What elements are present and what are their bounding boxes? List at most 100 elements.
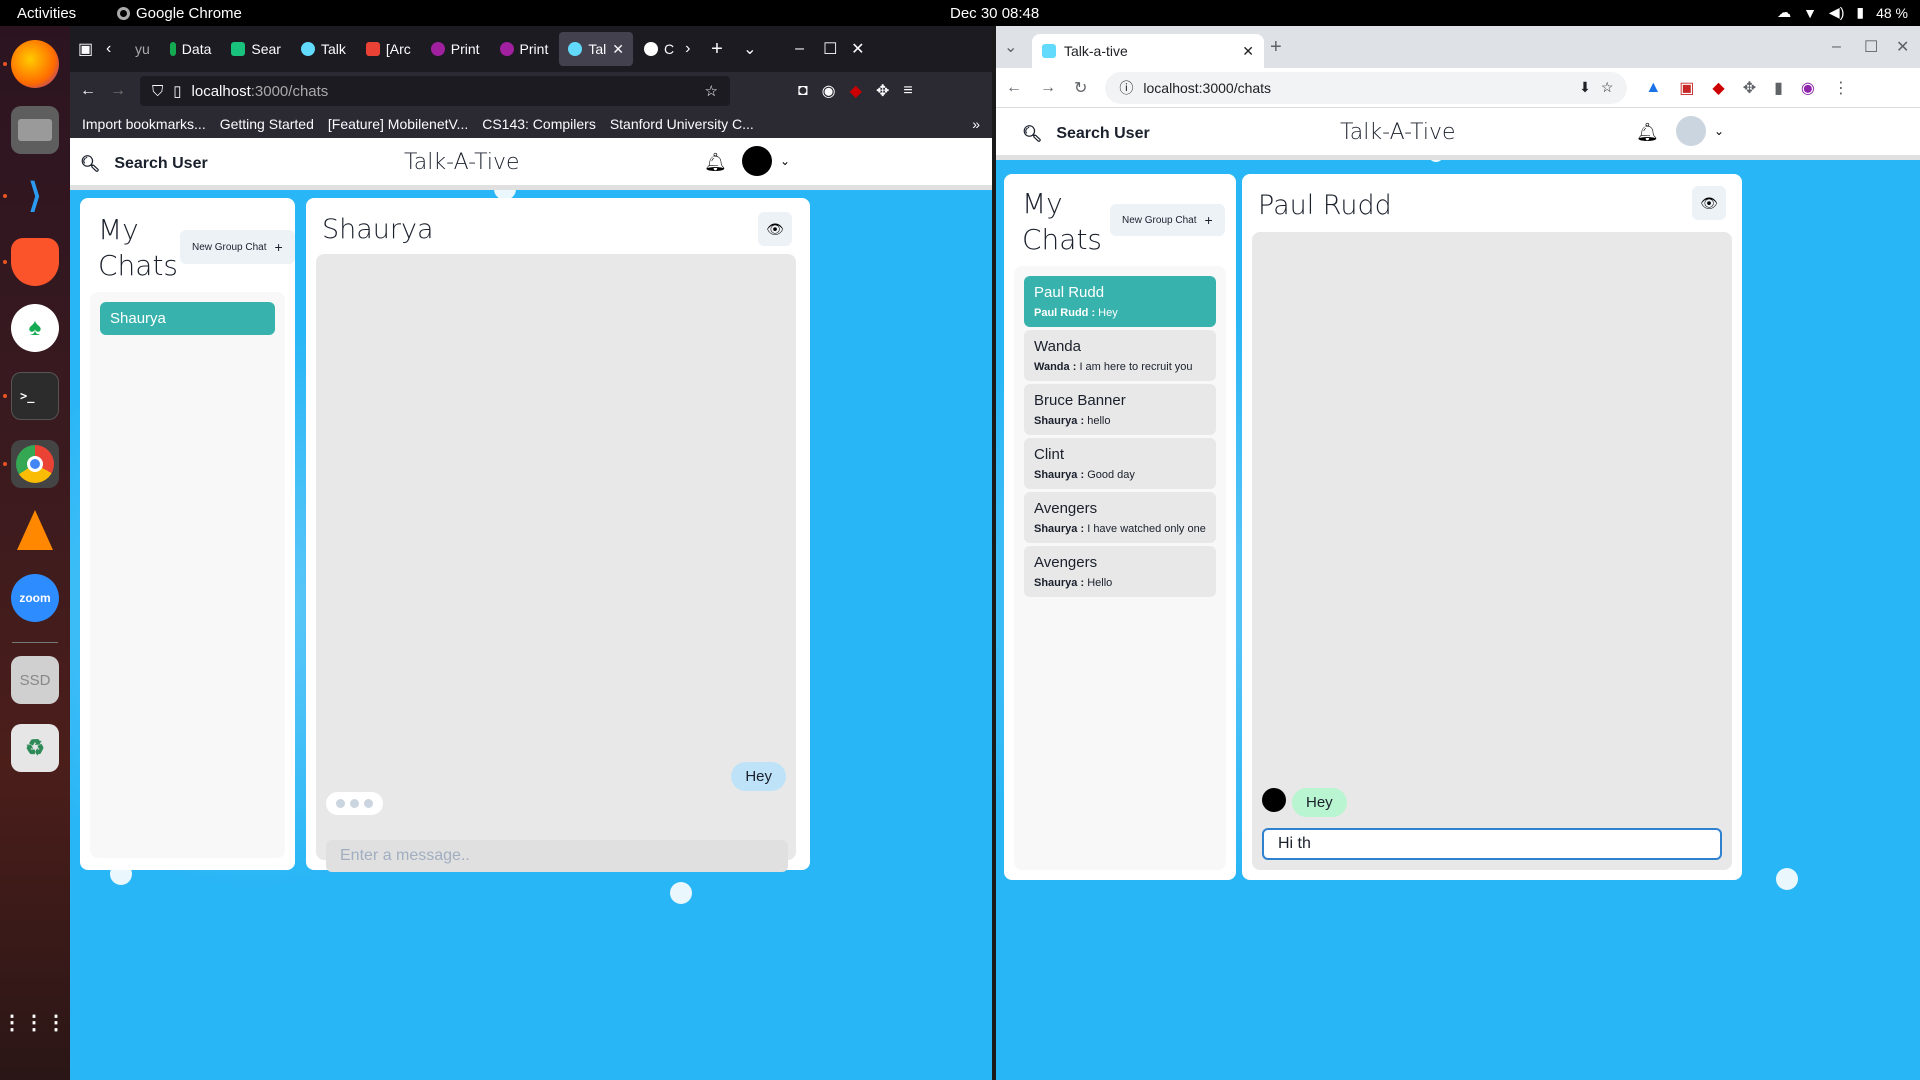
view-profile-button[interactable]: 👁︎ [1692,186,1726,220]
messages-area[interactable]: Hey Enter a message.. [316,254,796,872]
chat-item[interactable]: Avengers Shaurya : Hello [1024,546,1216,597]
right-url-bar[interactable]: ⓘ localhost:3000/chats ⬇ ☆ [1105,71,1628,104]
chat-item[interactable]: Paul Rudd Paul Rudd : Hey [1024,276,1216,327]
typing-indicator [326,792,383,815]
extension-2-icon[interactable]: ▣ [1679,78,1694,98]
messages-area[interactable]: Hey Hi th [1252,232,1732,870]
view-profile-button[interactable]: 👁︎ [758,212,792,246]
message-input[interactable]: Hi th [1262,828,1722,860]
activities-button[interactable]: Activities [17,5,76,22]
brave-icon[interactable] [11,238,59,286]
chat-item[interactable]: Clint Shaurya : Good day [1024,438,1216,489]
search-icon: 🔍︎ [80,156,101,173]
avatar [1676,116,1706,146]
extensions-icon[interactable]: ✥ [1743,78,1756,98]
search-user-button[interactable]: 🔍︎ Search User [80,154,208,174]
profile-menu[interactable]: ⌄ [742,146,790,176]
avatar [742,146,772,176]
tab[interactable]: Print [422,32,489,66]
shield-icon[interactable]: ⛉ [152,83,163,100]
ublock-icon[interactable]: ◆ [850,81,862,101]
vlc-icon[interactable] [11,506,59,554]
scroll-tabs-left-icon[interactable]: ‹ [106,40,124,58]
message-input[interactable]: Enter a message.. [326,840,788,872]
chat-item[interactable]: Wanda Wanda : I am here to recruit you [1024,330,1216,381]
new-group-chat-button[interactable]: New Group Chat + [1110,204,1225,236]
show-apps-icon[interactable]: ⋮⋮⋮ [2,998,66,1046]
bookmarks-overflow-icon[interactable]: » [972,116,980,132]
side-panel-icon[interactable]: ▮ [1774,78,1783,98]
minimize-icon[interactable]: – [795,40,821,58]
bookmark-cs143[interactable]: CS143: Compilers [482,116,596,132]
page-info-icon[interactable]: ▯ [173,82,181,100]
search-user-button[interactable]: 🔍︎ Search User [1022,124,1150,144]
chrome-icon[interactable] [11,440,59,488]
firefox-icon[interactable] [11,40,59,88]
new-group-chat-button[interactable]: New Group Chat + [180,230,295,264]
scroll-tabs-right-icon[interactable]: › [685,40,709,58]
profile-icon[interactable]: ◉ [1801,78,1815,98]
tab-list-chevron-icon[interactable]: ⌄ [743,39,793,59]
tab-active[interactable]: Tal ✕ [559,32,633,66]
extensions-icon[interactable]: ✥ [876,81,889,101]
zoom-icon[interactable]: zoom [11,574,59,622]
forward-icon[interactable]: → [1040,79,1056,97]
bookmark-star-icon[interactable]: ☆ [1601,79,1614,96]
app-menu[interactable]: Google Chrome [117,5,242,22]
menu-icon[interactable]: ≡ [903,82,912,100]
close-tab-icon[interactable]: ✕ [612,41,624,58]
ublock-icon[interactable]: ◆ [1712,78,1724,98]
notification-bell-icon[interactable]: 🔔︎ [1636,122,1659,143]
bookmark-mobilenet[interactable]: [Feature] MobilenetV... [328,116,468,132]
trash-icon[interactable]: ♻ [11,724,59,772]
extension-1-icon[interactable]: ▲ [1645,79,1661,97]
tab[interactable]: [Arc [357,32,420,66]
notification-bell-icon[interactable]: 🔔︎ [704,152,727,173]
chat-item-shaurya[interactable]: Shaurya [100,302,275,335]
forward-icon[interactable]: → [110,82,126,100]
pocket-icon[interactable]: ◘ [798,82,808,100]
tab[interactable]: yu [126,32,159,66]
maximize-icon[interactable]: ☐ [823,39,849,59]
printful-icon [499,42,514,56]
back-icon[interactable]: ← [80,82,96,100]
search-icon: 🔍︎ [1022,126,1043,143]
bookmark-star-icon[interactable]: ☆ [705,82,718,100]
new-tab-icon[interactable]: + [1270,36,1282,59]
site-info-icon[interactable]: ⓘ [1119,78,1133,98]
chat-item[interactable]: Bruce Banner Shaurya : hello [1024,384,1216,435]
chat-item[interactable]: Avengers Shaurya : I have watched only o… [1024,492,1216,543]
tab-talk-a-tive[interactable]: Talk-a-tive ✕ [1032,34,1264,68]
close-window-icon[interactable]: ✕ [1896,37,1920,57]
mongodb-compass-icon[interactable]: ♠ [11,304,59,352]
running-indicator [3,260,7,264]
new-tab-icon[interactable]: + [711,38,741,61]
back-icon[interactable]: ← [1006,79,1022,97]
reload-icon[interactable]: ↻ [1074,78,1087,98]
terminal-icon[interactable]: >_ [11,372,59,420]
maximize-icon[interactable]: ☐ [1864,37,1890,57]
tab[interactable]: Data [161,32,221,66]
tab-search-icon[interactable]: ⌄ [1004,37,1026,57]
install-app-icon[interactable]: ⬇ [1579,79,1591,96]
system-tray[interactable]: ☁ ▼ ◀) ▮ 48 % [1777,4,1908,21]
chrome-menu-icon[interactable]: ⋮ [1833,78,1849,98]
minimize-icon[interactable]: – [1832,38,1858,56]
profile-menu[interactable]: ⌄ [1676,116,1724,146]
left-url-bar[interactable]: ⛉ ▯ localhost:3000/chats ☆ [140,76,730,106]
ssd-drive-icon[interactable]: SSD [11,656,59,704]
vscode-icon[interactable]: ⟩ [11,172,59,220]
tab[interactable]: C [635,32,683,66]
close-tab-icon[interactable]: ✕ [1242,43,1254,60]
tab[interactable]: Print [491,32,558,66]
close-window-icon[interactable]: ✕ [851,39,871,59]
files-icon[interactable] [11,106,59,154]
list-all-tabs-icon[interactable]: ▣ [78,39,104,59]
bookmark-import[interactable]: Import bookmarks... [82,116,206,132]
bookmark-getting-started[interactable]: Getting Started [220,116,314,132]
tab[interactable]: Talk [292,32,355,66]
account-icon[interactable]: ◉ [822,81,836,101]
bookmark-stanford[interactable]: Stanford University C... [610,116,754,132]
clock[interactable]: Dec 30 08:48 [950,5,1039,22]
tab[interactable]: Sear [222,32,290,66]
